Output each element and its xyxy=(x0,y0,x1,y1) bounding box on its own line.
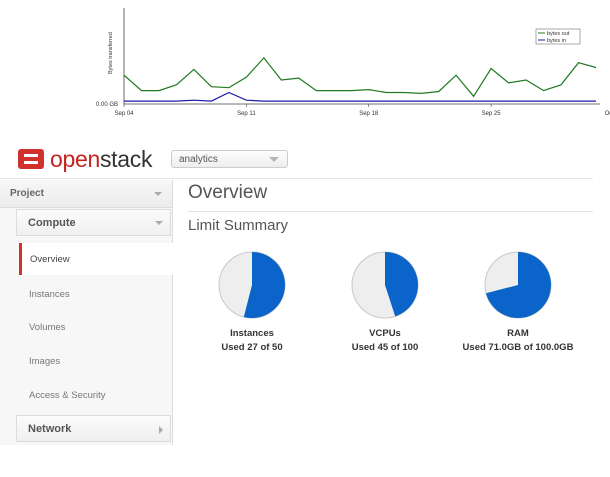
sidebar-item-access-security[interactable]: Access & Security xyxy=(20,379,172,411)
chart-x-tick-label: Sep 18 xyxy=(359,111,379,117)
top-navbar: openstack analytics xyxy=(0,141,593,179)
main-content: Overview Limit Summary Instances Used 27… xyxy=(172,180,593,420)
brand-text-open: open xyxy=(50,146,100,172)
traffic-chart: Sep 04 Sep 11 Sep 18 Sep 25 Oct 02 Bytes tra… xyxy=(96,8,610,117)
legend-label-bytes-out: bytes out xyxy=(547,31,570,37)
chart-y-tick-label: 0.00 GB xyxy=(96,102,118,108)
quota-usage: Used 45 of 100 xyxy=(351,342,419,353)
page-title-divider xyxy=(188,211,593,212)
quota-pie-chart xyxy=(218,251,286,319)
quota-instances: Instances Used 27 of 50 xyxy=(177,250,327,370)
quota-pie-chart xyxy=(351,251,419,319)
project-selector-value: analytics xyxy=(179,154,218,165)
chart-lines xyxy=(123,56,597,102)
sidebar-panel-label: Network xyxy=(28,423,72,435)
chevron-down-icon xyxy=(154,192,162,196)
quota-name: Instances xyxy=(230,328,274,339)
quota-usage: Used 27 of 50 xyxy=(221,342,283,353)
sidebar-item-images[interactable]: Images xyxy=(20,345,172,377)
quota-name: RAM xyxy=(507,328,529,339)
chart-series-bytes-out xyxy=(123,56,597,98)
sidebar-item-instances[interactable]: Instances xyxy=(20,278,172,310)
chevron-down-icon xyxy=(269,157,279,162)
quota-usage: Used 71.0GB of 100.0GB xyxy=(462,342,574,353)
sidebar-item-overview[interactable]: Overview xyxy=(19,243,176,275)
sidebar-item-label: Volumes xyxy=(29,322,66,333)
sidebar-item-label: Access & Security xyxy=(29,390,106,401)
sidebar-item-label: Instances xyxy=(29,289,70,300)
sidebar-item-volumes[interactable]: Volumes xyxy=(20,311,172,343)
chart-legend: bytes out bytes in xyxy=(535,28,581,45)
sidebar-panel-label: Compute xyxy=(28,217,76,229)
quota-name: VCPUs xyxy=(369,328,401,339)
page-title: Overview xyxy=(188,182,268,203)
chart-x-tick-label: Sep 25 xyxy=(482,111,502,117)
openstack-brand[interactable]: openstack xyxy=(50,145,152,173)
quota-pie-chart xyxy=(484,251,552,319)
limit-summary-title: Limit Summary xyxy=(188,217,289,234)
chevron-right-icon xyxy=(159,426,163,434)
chevron-down-icon xyxy=(155,221,163,225)
chart-x-tick-label: Sep 04 xyxy=(114,111,134,117)
quota-vcpus: VCPUs Used 45 of 100 xyxy=(310,250,460,370)
sidebar: Project Compute Overview Instances Volum… xyxy=(0,180,176,445)
sidebar-dashboard-project[interactable]: Project xyxy=(0,180,172,208)
chart-y-axis-label: Bytes transferred xyxy=(108,32,114,74)
sidebar-panel-network[interactable]: Network xyxy=(16,415,171,442)
brand-text-stack: stack xyxy=(99,146,153,172)
chart-x-tick-label: Oct 02 xyxy=(605,111,610,117)
sidebar-item-label: Overview xyxy=(30,254,70,265)
chart-x-ticks: Sep 04 Sep 11 Sep 18 Sep 25 Oct 02 xyxy=(114,104,610,117)
sidebar-dashboard-label: Project xyxy=(10,188,44,199)
sidebar-panel-compute[interactable]: Compute xyxy=(16,209,171,236)
chart-series-bytes-in xyxy=(124,91,596,102)
chart-x-tick-label: Sep 11 xyxy=(237,111,256,117)
legend-label-bytes-in: bytes in xyxy=(547,38,566,44)
quota-ram: RAM Used 71.0GB of 100.0GB xyxy=(443,250,593,370)
project-selector[interactable]: analytics xyxy=(171,150,288,168)
openstack-logo-icon[interactable] xyxy=(18,149,44,169)
sidebar-item-label: Images xyxy=(29,356,61,367)
